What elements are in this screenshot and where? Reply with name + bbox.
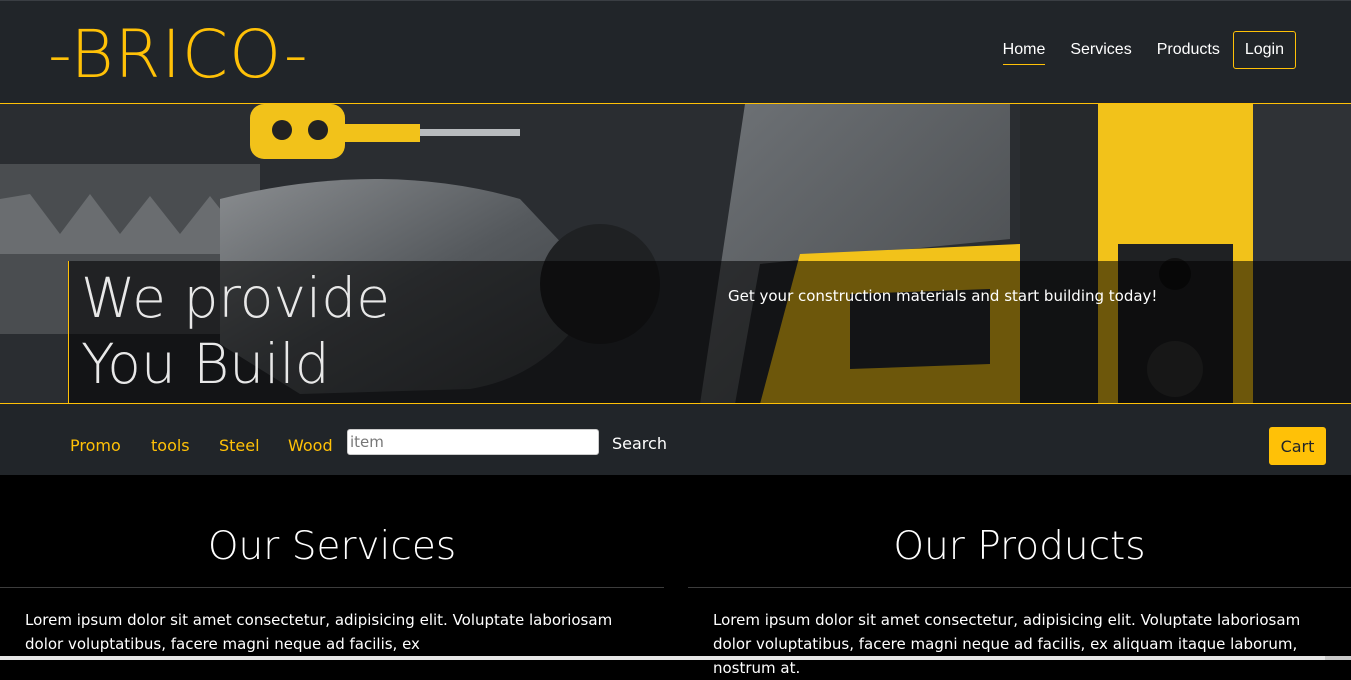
category-wood-link[interactable]: Wood bbox=[288, 436, 333, 455]
hero-banner: We provide You Build Get your constructi… bbox=[0, 104, 1351, 404]
search-button[interactable]: Search bbox=[612, 434, 667, 453]
category-promo-link[interactable]: Promo bbox=[70, 436, 121, 455]
hero-headline-line-2: You Build bbox=[81, 332, 330, 396]
nav-services-link[interactable]: Services bbox=[1070, 35, 1131, 65]
hero-headline: We provide You Build bbox=[81, 265, 390, 397]
category-tools-link[interactable]: tools bbox=[151, 436, 190, 455]
search-input[interactable] bbox=[347, 429, 599, 455]
services-text: Lorem ipsum dolor sit amet consectetur, … bbox=[25, 611, 613, 653]
hero-caption: We provide You Build Get your constructi… bbox=[68, 261, 1351, 403]
hero-headline-line-1: We provide bbox=[81, 266, 391, 330]
category-bar: Promo tools Steel Wood Search Cart bbox=[0, 404, 1351, 475]
site-header: -BRICO- Home Services Products Login bbox=[0, 0, 1351, 104]
category-steel-link[interactable]: Steel bbox=[219, 436, 260, 455]
products-text: Lorem ipsum dolor sit amet consectetur, … bbox=[713, 611, 1301, 677]
main-nav: Home Services Products Login bbox=[978, 31, 1296, 69]
products-divider bbox=[688, 587, 1351, 588]
horizontal-scrollbar[interactable] bbox=[0, 656, 1351, 660]
services-heading: Our Services bbox=[207, 524, 457, 569]
login-button[interactable]: Login bbox=[1232, 31, 1296, 69]
scrollbar-thumb[interactable] bbox=[0, 656, 1325, 660]
hero-subtitle: Get your construction materials and star… bbox=[728, 287, 1158, 305]
brand-logo[interactable]: -BRICO- bbox=[48, 17, 309, 93]
nav-home-link[interactable]: Home bbox=[1002, 35, 1046, 65]
nav-products-link[interactable]: Products bbox=[1157, 35, 1220, 65]
cart-button[interactable]: Cart bbox=[1269, 427, 1326, 465]
products-heading: Our Products bbox=[893, 524, 1146, 569]
services-divider bbox=[0, 587, 664, 588]
